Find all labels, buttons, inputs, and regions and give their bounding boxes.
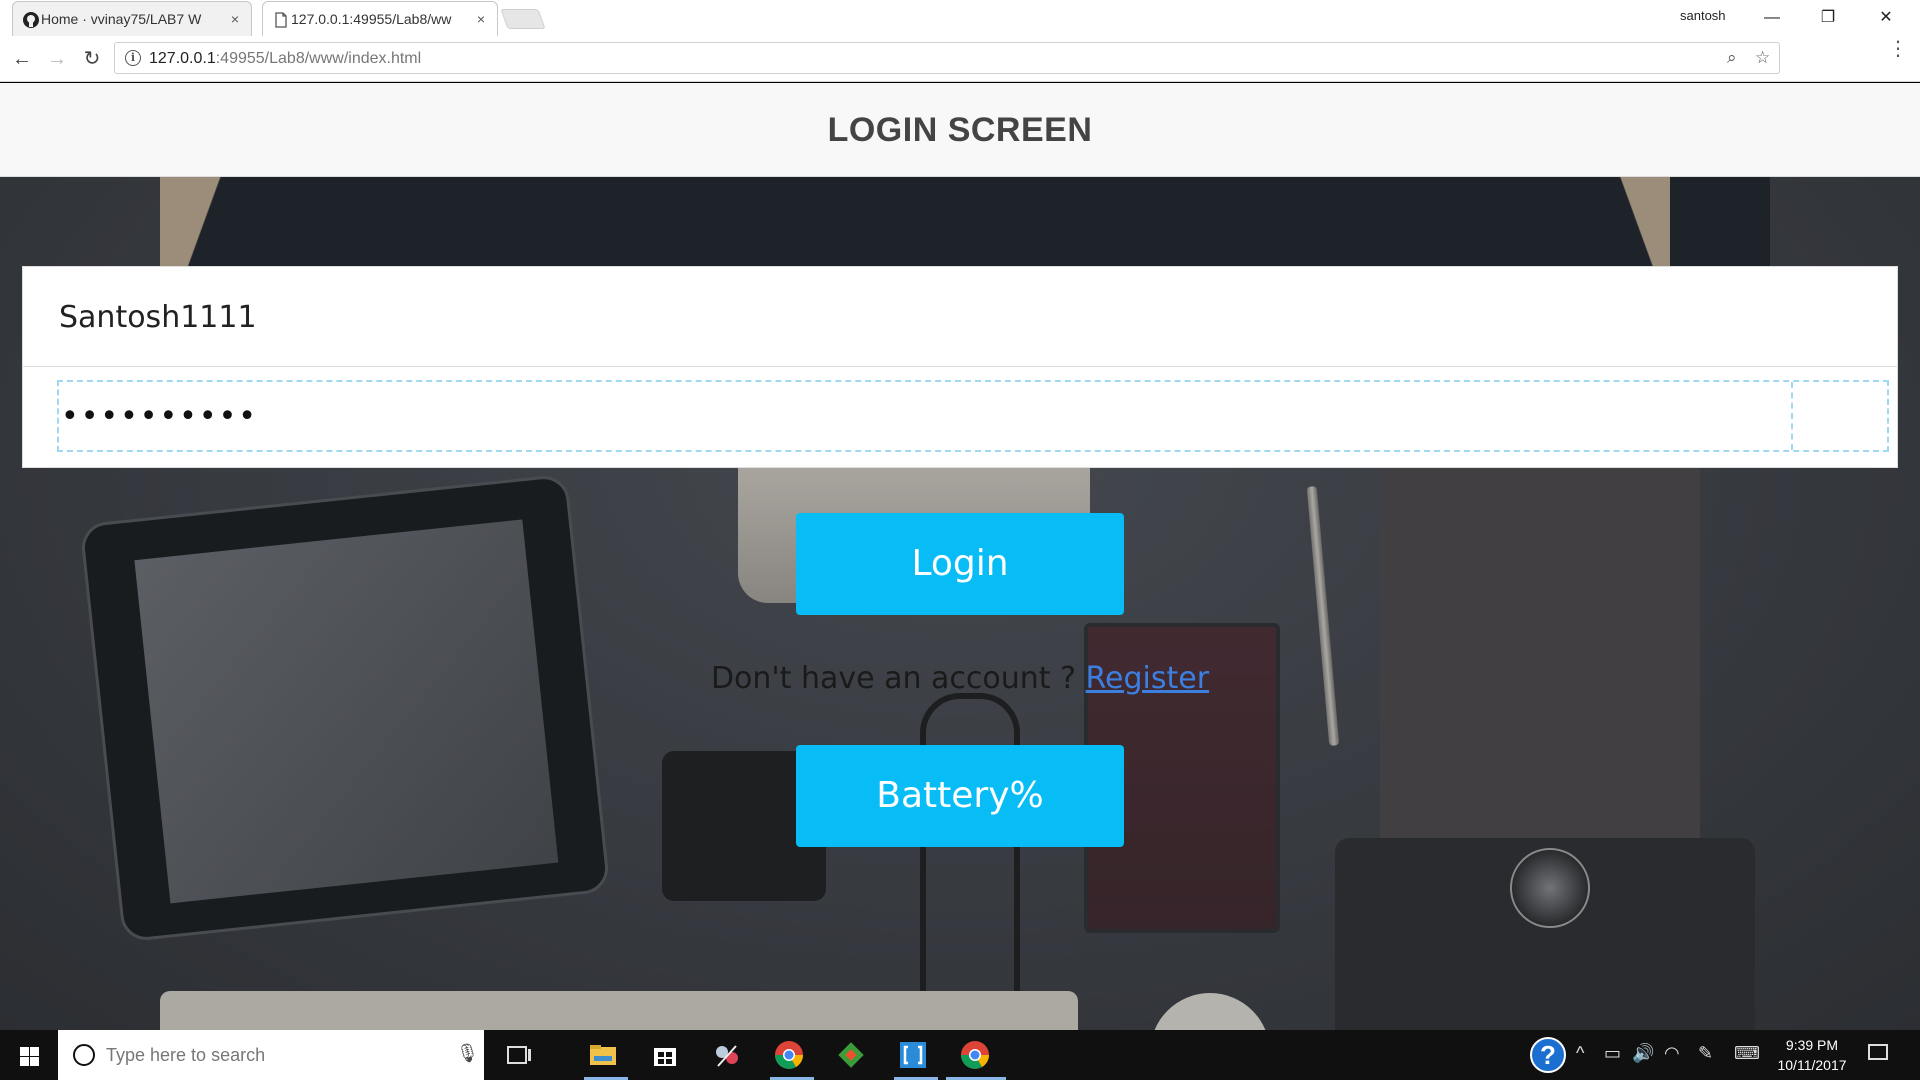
reload-icon[interactable]: ↻ [78,45,106,73]
tray-chevron-icon[interactable]: ^ [1576,1043,1584,1064]
microphone-icon[interactable]: 🎙 [456,1043,479,1064]
task-view-icon[interactable] [502,1038,536,1072]
register-prompt-text: Don't have an account ? [710,661,1086,696]
tab-title: 127.0.0.1:49955/Lab8/ww [291,11,452,27]
wifi-icon[interactable]: ◠ [1664,1043,1680,1064]
url-text[interactable]: 127.0.0.1:49955/Lab8/www/index.html [149,50,421,68]
clock-time: 9:39 PM [1785,1037,1839,1053]
forward-icon[interactable]: → [43,45,71,73]
action-center-icon[interactable] [1868,1044,1888,1060]
clock[interactable]: 9:39 PM 10/11/2017 [1772,1035,1852,1075]
clock-date: 10/11/2017 [1777,1057,1847,1073]
battery-button[interactable]: Battery% [796,745,1124,847]
help-icon[interactable]: ? [1530,1037,1566,1073]
cortana-icon[interactable] [73,1044,95,1066]
address-bar[interactable]: i 127.0.0.1:49955/Lab8/www/index.html ⌕ … [114,42,1780,74]
password-toggle-area[interactable] [1791,382,1887,450]
profile-name[interactable]: santosh [1680,8,1726,23]
zoom-icon[interactable]: ⌕ [1727,48,1737,68]
register-prompt: Don't have an account ? Register [0,661,1920,696]
store-icon[interactable] [648,1038,682,1072]
document-icon [275,12,287,28]
password-field [57,380,1889,452]
minimize-icon[interactable]: — [1752,4,1792,32]
window-close-icon[interactable]: ✕ [1866,4,1906,32]
search-placeholder: Type here to search [106,1045,266,1065]
close-icon[interactable]: × [473,11,489,27]
tab-local-page[interactable]: 127.0.0.1:49955/Lab8/ww × [262,1,498,36]
password-input[interactable] [61,398,1821,434]
battery-icon[interactable]: ▭ [1604,1043,1621,1064]
login-form [22,266,1898,468]
keyboard-icon[interactable]: ⌨ [1734,1043,1760,1064]
register-link[interactable]: Register [1086,661,1210,696]
browser-menu-icon[interactable]: ⋮ [1888,39,1908,59]
info-icon[interactable]: i [125,50,141,66]
tab-github-home[interactable]: Home · vvinay75/LAB7 W × [12,1,252,36]
page-header: LOGIN SCREEN [0,83,1920,177]
git-icon[interactable] [834,1038,868,1072]
chrome-canary-icon[interactable] [958,1038,992,1072]
file-explorer-icon[interactable] [586,1038,620,1072]
username-field [23,267,1897,367]
windows-taskbar: Type here to search 🎙 ? ^ ▭ 🔊 ◠ ✎ ⌨ 9:39… [0,1030,1920,1080]
browser-toolbar: ← → ↻ i 127.0.0.1:49955/Lab8/www/index.h… [0,36,1920,82]
bookmark-star-icon[interactable]: ☆ [1755,48,1770,68]
github-icon [23,12,39,28]
page-viewport: LOGIN SCREEN Login Don't have an account… [0,83,1920,1030]
app-bracket-icon[interactable] [896,1038,930,1072]
restore-icon[interactable]: ❐ [1808,4,1848,32]
login-button[interactable]: Login [796,513,1124,615]
close-icon[interactable]: × [227,11,243,27]
chrome-icon[interactable] [772,1038,806,1072]
new-tab-button[interactable] [500,9,546,29]
tab-title: Home · vvinay75/LAB7 W [41,11,202,27]
snipping-tool-icon[interactable] [710,1038,744,1072]
back-icon[interactable]: ← [8,45,36,73]
browser-tab-strip: Home · vvinay75/LAB7 W × 127.0.0.1:49955… [0,0,1920,36]
windows-start-icon[interactable] [0,1030,58,1080]
username-input[interactable] [59,295,1859,339]
taskbar-search-box[interactable]: Type here to search 🎙 [58,1030,484,1080]
pen-icon[interactable]: ✎ [1698,1043,1713,1064]
volume-icon[interactable]: 🔊 [1632,1043,1654,1064]
page-title: LOGIN SCREEN [827,111,1093,149]
